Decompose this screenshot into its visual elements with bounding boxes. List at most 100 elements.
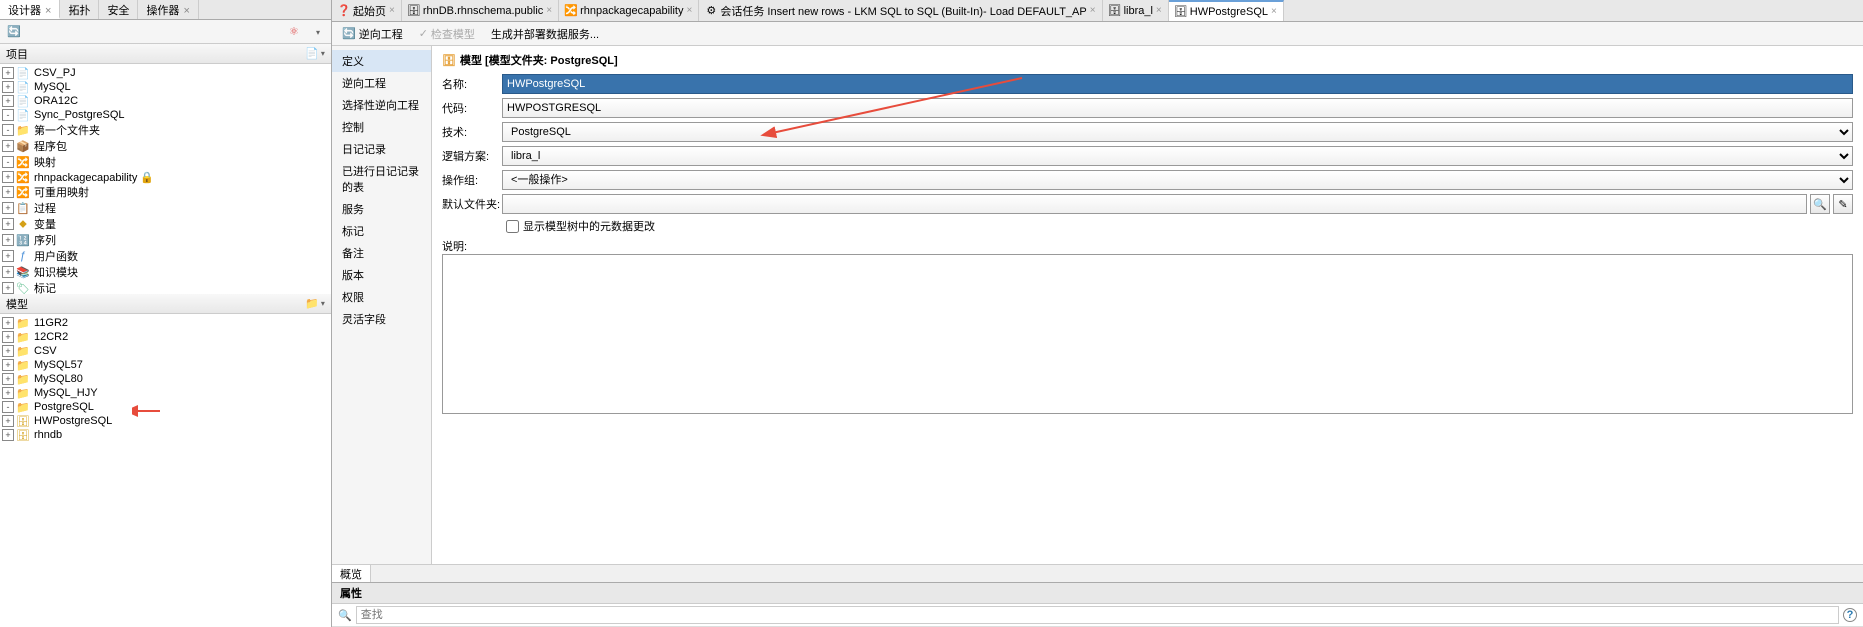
search-glass-icon[interactable]: 🔍 bbox=[338, 609, 352, 622]
refresh-icon[interactable]: 🔄 bbox=[6, 24, 22, 40]
tree-toggle-icon[interactable]: + bbox=[2, 234, 14, 246]
sidenav-item[interactable]: 备注 bbox=[332, 242, 431, 264]
editor-tab[interactable]: 🗄HWPostgreSQL× bbox=[1169, 0, 1284, 21]
tree-toggle-icon[interactable]: - bbox=[2, 401, 14, 413]
sidenav-item[interactable]: 选择性逆向工程 bbox=[332, 94, 431, 116]
tree-toggle-icon[interactable]: + bbox=[2, 171, 14, 183]
tree-toggle-icon[interactable]: + bbox=[2, 331, 14, 343]
tree-node[interactable]: +📄ORA12C bbox=[0, 94, 331, 108]
name-input[interactable] bbox=[502, 74, 1853, 94]
left-tab-设计器[interactable]: 设计器× bbox=[0, 0, 60, 19]
sidenav-item[interactable]: 版本 bbox=[332, 264, 431, 286]
properties-search-input[interactable] bbox=[356, 606, 1839, 624]
editor-tab[interactable]: 🗄rhnDB.rhnschema.public× bbox=[402, 0, 559, 21]
dropdown-icon[interactable] bbox=[309, 24, 325, 40]
tree-node[interactable]: +📁MySQL80 bbox=[0, 372, 331, 386]
connect-icon[interactable]: ⚛ bbox=[286, 23, 302, 39]
editor-tab[interactable]: 🔀rhnpackagecapability× bbox=[559, 0, 699, 21]
tree-toggle-icon[interactable]: - bbox=[2, 124, 14, 136]
editor-tab[interactable]: 🗄libra_l× bbox=[1103, 0, 1169, 21]
tree-toggle-icon[interactable]: + bbox=[2, 186, 14, 198]
tree-node[interactable]: +🏷标记 bbox=[0, 280, 331, 294]
sidenav-item[interactable]: 控制 bbox=[332, 116, 431, 138]
tree-node[interactable]: -📄Sync_PostgreSQL bbox=[0, 108, 331, 122]
tree-node[interactable]: +🔢序列 bbox=[0, 232, 331, 248]
tree-node[interactable]: +📁MySQL_HJY bbox=[0, 386, 331, 400]
project-section-header[interactable]: 项目 📄 bbox=[0, 44, 331, 64]
tree-toggle-icon[interactable]: + bbox=[2, 415, 14, 427]
tree-node[interactable]: +📁12CR2 bbox=[0, 330, 331, 344]
project-new-icon[interactable]: 📄 bbox=[307, 46, 323, 62]
tree-node[interactable]: +🗄rhndb bbox=[0, 428, 331, 442]
help-icon[interactable]: ? bbox=[1843, 608, 1857, 622]
model-new-icon[interactable]: 📁 bbox=[307, 296, 323, 312]
tree-node[interactable]: +📄CSV_PJ bbox=[0, 66, 331, 80]
tree-node[interactable]: -🔀映射 bbox=[0, 154, 331, 170]
tree-node[interactable]: +🔀rhnpackagecapability 🔒 bbox=[0, 170, 331, 184]
sidenav-item[interactable]: 已进行日记记录的表 bbox=[332, 160, 431, 198]
tree-node[interactable]: +📄MySQL bbox=[0, 80, 331, 94]
model-section-header[interactable]: 模型 📁 bbox=[0, 294, 331, 314]
schema-select[interactable]: libra_l bbox=[502, 146, 1853, 166]
tree-toggle-icon[interactable]: + bbox=[2, 218, 14, 230]
tree-toggle-icon[interactable]: + bbox=[2, 359, 14, 371]
sidenav-item[interactable]: 逆向工程 bbox=[332, 72, 431, 94]
tree-toggle-icon[interactable]: + bbox=[2, 282, 14, 294]
left-tab-拓扑[interactable]: 拓扑 bbox=[60, 0, 99, 19]
tree-toggle-icon[interactable]: + bbox=[2, 429, 14, 441]
left-tab-安全[interactable]: 安全 bbox=[99, 0, 138, 19]
editor-tab[interactable]: ❓起始页× bbox=[332, 0, 402, 21]
tree-node[interactable]: +📁CSV bbox=[0, 344, 331, 358]
close-icon[interactable]: × bbox=[1271, 6, 1277, 17]
tree-node[interactable]: +📚知识模块 bbox=[0, 264, 331, 280]
tree-node[interactable]: +⬥变量 bbox=[0, 216, 331, 232]
sidenav-item[interactable]: 权限 bbox=[332, 286, 431, 308]
tree-node[interactable]: +🗄HWPostgreSQL bbox=[0, 414, 331, 428]
tree-toggle-icon[interactable]: - bbox=[2, 109, 14, 121]
tree-node[interactable]: -📁第一个文件夹 bbox=[0, 122, 331, 138]
group-select[interactable]: <一般操作> bbox=[502, 170, 1853, 190]
close-icon[interactable]: × bbox=[389, 5, 395, 16]
left-tab-操作器[interactable]: 操作器× bbox=[138, 0, 198, 19]
sidenav-item[interactable]: 定义 bbox=[332, 50, 431, 72]
close-icon[interactable]: × bbox=[183, 5, 189, 17]
tree-toggle-icon[interactable]: + bbox=[2, 373, 14, 385]
close-icon[interactable]: × bbox=[1156, 5, 1162, 16]
tree-toggle-icon[interactable]: + bbox=[2, 202, 14, 214]
close-icon[interactable]: × bbox=[687, 5, 693, 16]
tree-toggle-icon[interactable]: + bbox=[2, 317, 14, 329]
tree-node[interactable]: +📦程序包 bbox=[0, 138, 331, 154]
generate-deploy-button[interactable]: 生成并部署数据服务... bbox=[485, 24, 605, 44]
tree-toggle-icon[interactable]: + bbox=[2, 250, 14, 262]
tree-toggle-icon[interactable]: - bbox=[2, 156, 14, 168]
tech-select[interactable]: PostgreSQL bbox=[502, 122, 1853, 142]
tree-toggle-icon[interactable]: + bbox=[2, 387, 14, 399]
tree-toggle-icon[interactable]: + bbox=[2, 345, 14, 357]
overview-tab[interactable]: 概览 bbox=[332, 565, 371, 582]
tree-toggle-icon[interactable]: + bbox=[2, 140, 14, 152]
tree-toggle-icon[interactable]: + bbox=[2, 81, 14, 93]
tree-node[interactable]: +🔀可重用映射 bbox=[0, 184, 331, 200]
tree-toggle-icon[interactable]: + bbox=[2, 67, 14, 79]
tree-node[interactable]: +ƒ用户函数 bbox=[0, 248, 331, 264]
show-metadata-checkbox[interactable] bbox=[506, 220, 519, 233]
edit-icon[interactable]: ✎ bbox=[1833, 194, 1853, 214]
tree-node[interactable]: +📁MySQL57 bbox=[0, 358, 331, 372]
desc-textarea[interactable] bbox=[442, 254, 1853, 414]
sidenav-item[interactable]: 日记记录 bbox=[332, 138, 431, 160]
tree-toggle-icon[interactable]: + bbox=[2, 95, 14, 107]
folder-input[interactable] bbox=[502, 194, 1807, 214]
close-icon[interactable]: × bbox=[45, 5, 51, 17]
reverse-engineer-button[interactable]: 🔄逆向工程 bbox=[336, 24, 409, 44]
tree-toggle-icon[interactable]: + bbox=[2, 266, 14, 278]
code-input[interactable] bbox=[502, 98, 1853, 118]
editor-tab[interactable]: ⚙会话任务 Insert new rows - LKM SQL to SQL (… bbox=[699, 0, 1102, 21]
tree-node[interactable]: -📁PostgreSQL bbox=[0, 400, 331, 414]
search-icon[interactable]: 🔍 bbox=[1810, 194, 1830, 214]
sidenav-item[interactable]: 标记 bbox=[332, 220, 431, 242]
close-icon[interactable]: × bbox=[546, 5, 552, 16]
sidenav-item[interactable]: 灵活字段 bbox=[332, 308, 431, 330]
sidenav-item[interactable]: 服务 bbox=[332, 198, 431, 220]
tree-node[interactable]: +📁11GR2 bbox=[0, 316, 331, 330]
close-icon[interactable]: × bbox=[1090, 5, 1096, 16]
